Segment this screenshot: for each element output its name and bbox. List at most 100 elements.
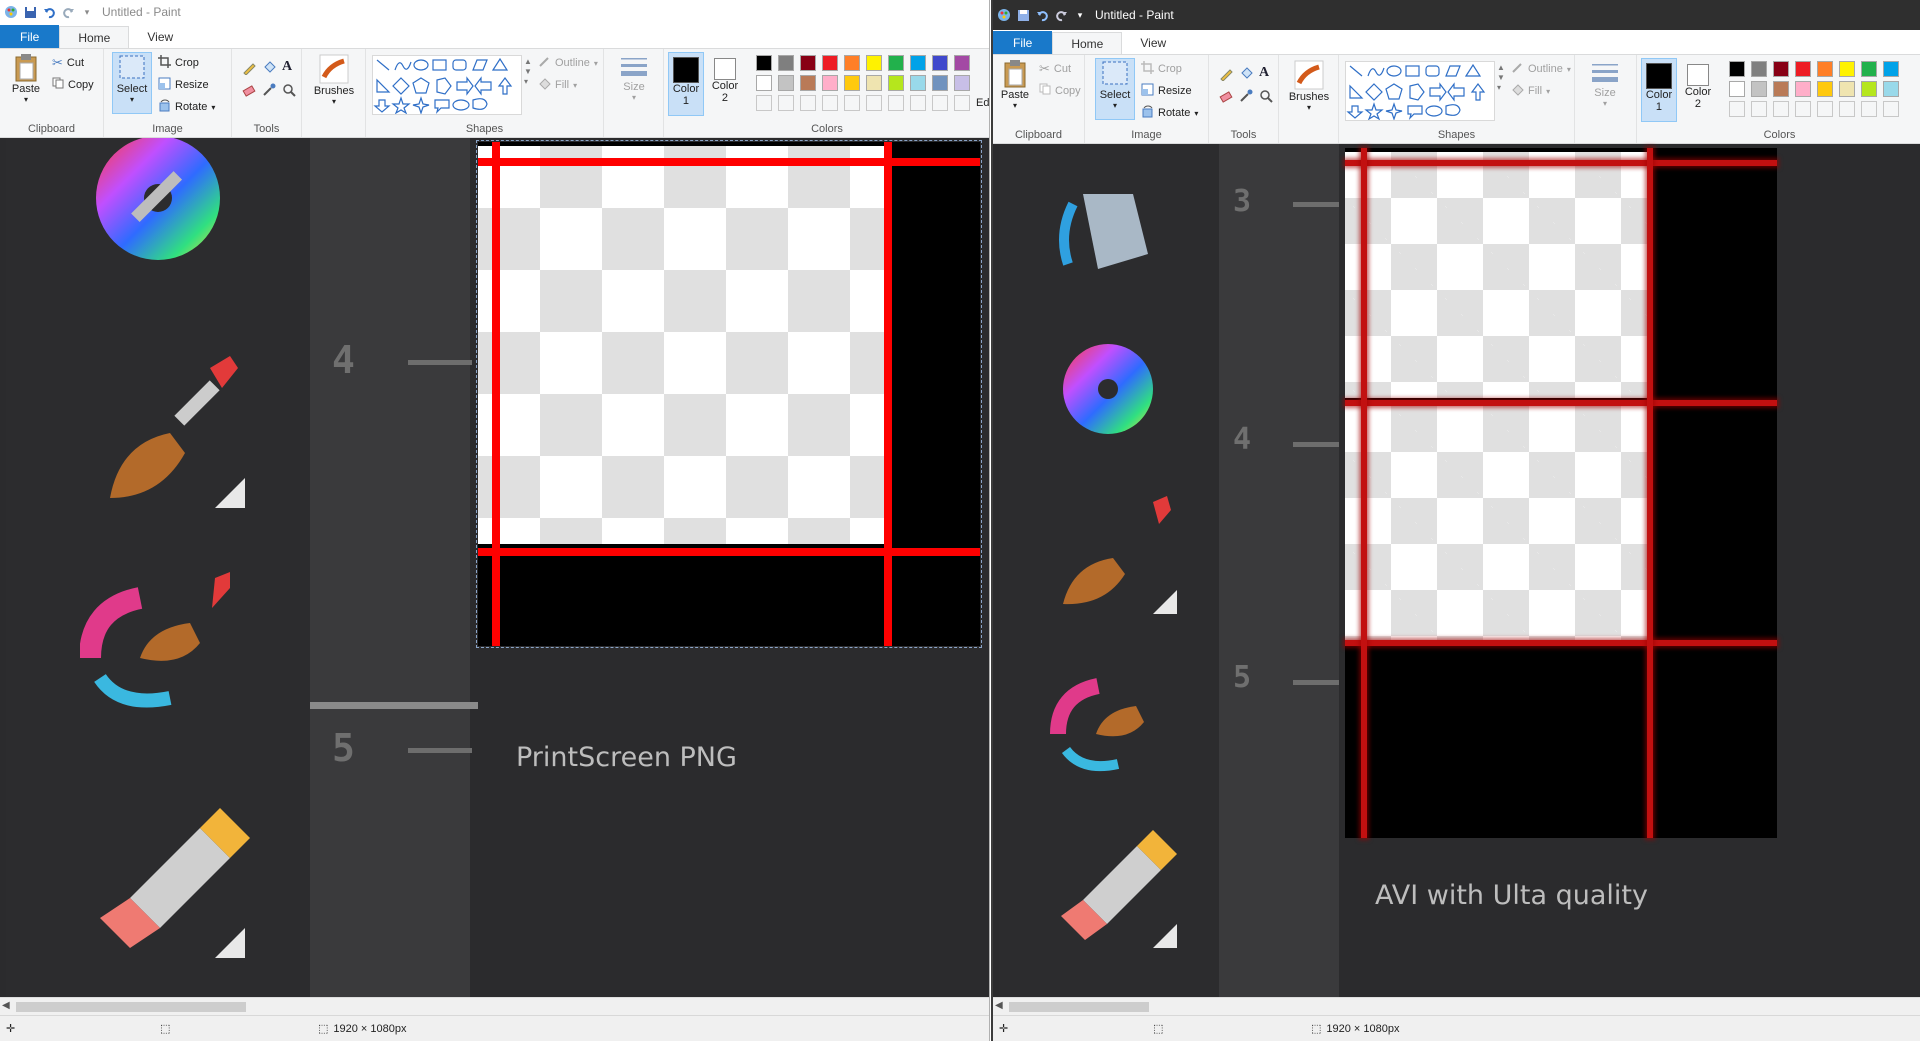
color2-button[interactable]: Color 2 (1681, 58, 1715, 122)
palette-swatch[interactable] (866, 55, 882, 71)
crop-button[interactable]: Crop (1141, 61, 1182, 77)
palette-swatch[interactable] (1795, 81, 1811, 97)
color1-button[interactable]: Color 1 (668, 52, 704, 116)
palette-swatch[interactable] (910, 75, 926, 91)
palette-swatch[interactable] (844, 75, 860, 91)
palette-swatch[interactable] (1817, 81, 1833, 97)
size-button[interactable]: Size ▾ (614, 55, 654, 119)
palette-swatch[interactable] (1861, 61, 1877, 77)
cut-button[interactable]: ✂ Cut (1039, 61, 1071, 77)
custom-color-slot[interactable] (1795, 101, 1811, 117)
paste-button[interactable]: Paste ▾ (6, 53, 46, 111)
palette-swatch[interactable] (910, 55, 926, 71)
rotate-button[interactable]: Rotate ▾ (1141, 105, 1198, 121)
resize-button[interactable]: Resize (1141, 83, 1192, 99)
custom-color-slot[interactable] (954, 95, 970, 111)
tab-view[interactable]: View (1122, 32, 1184, 54)
palette-swatch[interactable] (756, 75, 772, 91)
custom-color-slot[interactable] (844, 95, 860, 111)
magnifier-icon[interactable] (282, 83, 296, 97)
fill-bucket-icon[interactable] (1239, 67, 1253, 81)
select-button[interactable]: Select ▾ (112, 52, 152, 114)
shapes-gallery[interactable] (372, 55, 522, 115)
custom-color-slot[interactable] (800, 95, 816, 111)
paint-app-icon[interactable] (4, 5, 18, 19)
palette-swatch[interactable] (888, 75, 904, 91)
shapes-scroll-icon[interactable]: ▲ ▼ ▾ (1497, 63, 1505, 93)
text-tool-icon[interactable]: A (282, 59, 296, 74)
palette-swatch[interactable] (1839, 81, 1855, 97)
brushes-button[interactable]: Brushes ▾ (312, 53, 356, 117)
paste-button[interactable]: Paste ▾ (997, 59, 1033, 117)
custom-color-slot[interactable] (1773, 101, 1789, 117)
palette-swatch[interactable] (1817, 61, 1833, 77)
horizontal-scrollbar[interactable]: ◀ (993, 997, 1920, 1015)
crop-button[interactable]: Crop (158, 55, 199, 71)
palette-swatch[interactable] (800, 55, 816, 71)
canvas-workspace[interactable]: 3 4 5 AVI with Ulta quality (993, 144, 1920, 997)
palette-swatch[interactable] (1795, 61, 1811, 77)
edit-colors-button[interactable]: Ed co (976, 97, 989, 109)
palette-swatch[interactable] (822, 75, 838, 91)
eraser-icon[interactable] (1219, 89, 1233, 103)
palette-swatch[interactable] (800, 75, 816, 91)
palette-swatch[interactable] (1839, 61, 1855, 77)
palette-swatch[interactable] (1729, 81, 1745, 97)
custom-color-slot[interactable] (866, 95, 882, 111)
custom-color-slot[interactable] (1883, 101, 1899, 117)
custom-color-slot[interactable] (756, 95, 772, 111)
palette-swatch[interactable] (954, 75, 970, 91)
palette-swatch[interactable] (1751, 61, 1767, 77)
text-tool-icon[interactable]: A (1259, 65, 1273, 80)
fill-button[interactable]: Fill ▾ (538, 77, 577, 93)
scroll-left-icon[interactable]: ◀ (995, 1000, 1003, 1011)
save-icon[interactable] (23, 5, 37, 19)
size-button[interactable]: Size ▾ (1585, 61, 1625, 125)
custom-color-slot[interactable] (1817, 101, 1833, 117)
custom-color-slot[interactable] (778, 95, 794, 111)
save-icon[interactable] (1016, 8, 1030, 22)
palette-swatch[interactable] (822, 55, 838, 71)
customize-toolbar-chevron-icon[interactable]: ▾ (1073, 8, 1087, 22)
palette-swatch[interactable] (1773, 61, 1789, 77)
palette-swatch[interactable] (778, 75, 794, 91)
color-picker-icon[interactable] (1239, 89, 1253, 103)
palette-swatch[interactable] (1773, 81, 1789, 97)
custom-color-slot[interactable] (1729, 101, 1745, 117)
custom-color-slot[interactable] (822, 95, 838, 111)
scroll-thumb[interactable] (1009, 1002, 1149, 1012)
custom-color-slot[interactable] (1751, 101, 1767, 117)
palette-swatch[interactable] (932, 55, 948, 71)
palette-swatch[interactable] (778, 55, 794, 71)
tab-file[interactable]: File (993, 31, 1053, 54)
selection-rectangle[interactable] (476, 140, 982, 648)
outline-button[interactable]: Outline ▾ (1511, 61, 1571, 77)
magnifier-icon[interactable] (1259, 89, 1273, 103)
cut-button[interactable]: ✂ Cut (52, 55, 84, 71)
color1-button[interactable]: Color 1 (1641, 58, 1677, 122)
customize-toolbar-chevron-icon[interactable]: ▾ (80, 5, 94, 19)
canvas-workspace[interactable]: 4 5 PrintScreen PNG (0, 138, 989, 997)
palette-swatch[interactable] (866, 75, 882, 91)
shapes-gallery[interactable] (1345, 61, 1495, 121)
palette-swatch[interactable] (1883, 81, 1899, 97)
brushes-button[interactable]: Brushes ▾ (1287, 59, 1331, 123)
color-picker-icon[interactable] (262, 83, 276, 97)
copy-button[interactable]: Copy (52, 77, 94, 92)
custom-color-slot[interactable] (1839, 101, 1855, 117)
pencil-icon[interactable] (1219, 67, 1233, 82)
palette-swatch[interactable] (844, 55, 860, 71)
custom-color-slot[interactable] (888, 95, 904, 111)
redo-icon[interactable] (1054, 8, 1068, 22)
horizontal-scrollbar[interactable]: ◀ (0, 997, 989, 1015)
custom-color-slot[interactable] (1861, 101, 1877, 117)
color2-button[interactable]: Color 2 (708, 52, 742, 116)
rotate-button[interactable]: Rotate ▾ (158, 99, 215, 115)
undo-icon[interactable] (42, 5, 56, 19)
tab-file[interactable]: File (0, 25, 60, 48)
pencil-icon[interactable] (242, 61, 256, 76)
fill-button[interactable]: Fill ▾ (1511, 83, 1550, 99)
shapes-scroll-icon[interactable]: ▲ ▼ ▾ (524, 57, 532, 87)
fill-bucket-icon[interactable] (262, 61, 276, 75)
scroll-left-icon[interactable]: ◀ (2, 1000, 10, 1011)
